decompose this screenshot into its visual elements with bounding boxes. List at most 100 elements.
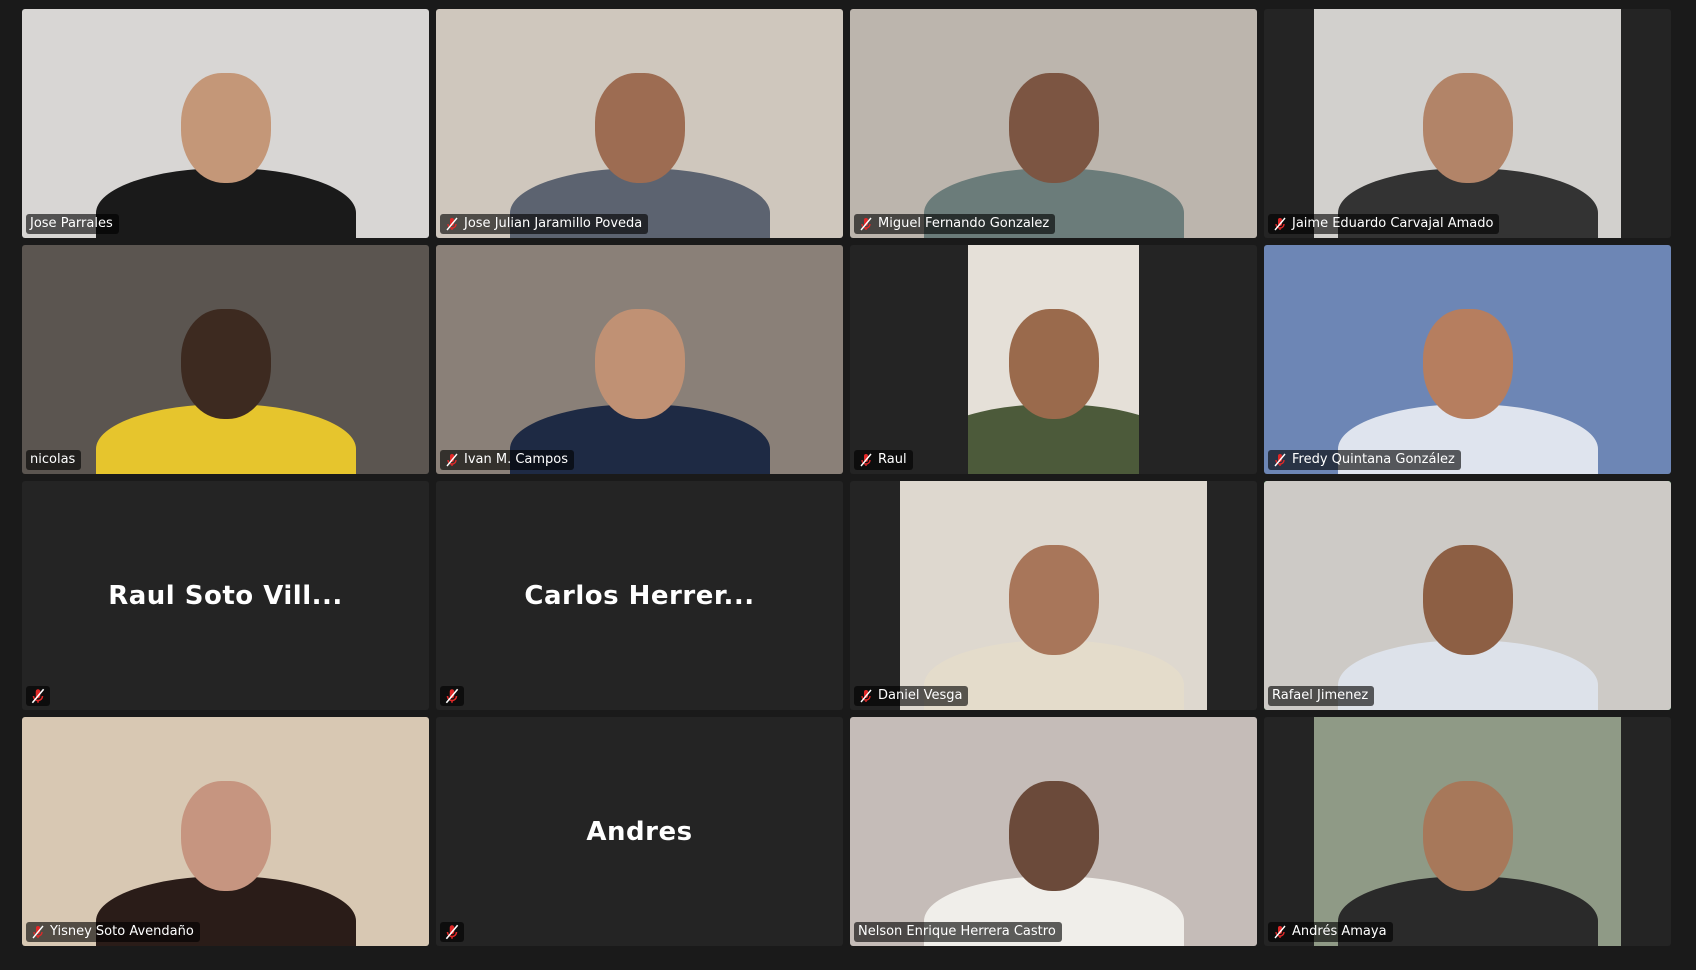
participant-face: [1008, 309, 1099, 419]
participant-tile[interactable]: Carlos Herrer...: [436, 481, 843, 710]
participant-figure: [1337, 510, 1598, 710]
participant-face: [594, 309, 685, 419]
participant-video: [1264, 245, 1671, 474]
muted-mic-icon: [446, 217, 458, 231]
participant-figure: [923, 38, 1184, 238]
participant-video: [850, 717, 1257, 946]
participant-face: [1008, 73, 1099, 183]
name-tag: Raul: [854, 450, 913, 470]
name-tag: Nelson Enrique Herrera Castro: [854, 922, 1062, 942]
participant-figure: [509, 274, 770, 474]
muted-mic-icon: [1274, 453, 1286, 467]
muted-mic-icon: [860, 217, 872, 231]
participant-video: [22, 717, 429, 946]
participant-name: Yisney Soto Avendaño: [50, 924, 194, 939]
participant-name: Rafael Jimenez: [1272, 688, 1369, 703]
name-tag: Rafael Jimenez: [1268, 686, 1375, 706]
muted-mic-icon: [445, 688, 459, 704]
name-tag: Fredy Quintana González: [1268, 450, 1461, 470]
participant-name: Ivan M. Campos: [464, 452, 569, 467]
participant-face: [1422, 781, 1513, 891]
participant-video: [1264, 481, 1671, 710]
participant-video: [1314, 717, 1621, 946]
participant-name: Carlos Herrer...: [524, 580, 755, 611]
participant-face: [1422, 545, 1513, 655]
participant-face: [1008, 545, 1099, 655]
participant-name: Jaime Eduardo Carvajal Amado: [1292, 216, 1494, 231]
participant-tile[interactable]: Andres: [436, 717, 843, 946]
name-tag: Jose Julian Jaramillo Poveda: [440, 214, 649, 234]
participant-name: Jose Julian Jaramillo Poveda: [464, 216, 643, 231]
participant-figure: [1337, 746, 1598, 946]
name-tag: Miguel Fernando Gonzalez: [854, 214, 1056, 234]
participant-face: [594, 73, 685, 183]
participant-tile[interactable]: Raul: [850, 245, 1257, 474]
participant-tile-active-speaker[interactable]: Rafael Jimenez: [1264, 481, 1671, 710]
participant-tile[interactable]: Jose Julian Jaramillo Poveda: [436, 9, 843, 238]
participant-figure: [95, 274, 356, 474]
participant-name: Fredy Quintana González: [1292, 452, 1455, 467]
participant-figure: [95, 746, 356, 946]
muted-mic-icon: [445, 924, 459, 940]
muted-indicator: [440, 686, 464, 706]
name-tag: Daniel Vesga: [854, 686, 969, 706]
participant-video: [900, 481, 1207, 710]
muted-mic-icon: [446, 453, 458, 467]
participant-face: [1422, 73, 1513, 183]
participant-face: [1008, 781, 1099, 891]
participant-name: Andrés Amaya: [1292, 924, 1387, 939]
participant-tile[interactable]: Nelson Enrique Herrera Castro: [850, 717, 1257, 946]
muted-indicator: [440, 922, 464, 942]
participant-figure: [1337, 38, 1598, 238]
participant-tile[interactable]: nicolas: [22, 245, 429, 474]
participant-figure: [968, 274, 1139, 474]
muted-mic-icon: [32, 925, 44, 939]
participant-tile[interactable]: Yisney Soto Avendaño: [22, 717, 429, 946]
participant-name: Raul Soto Vill...: [108, 580, 343, 611]
participant-name: nicolas: [30, 452, 76, 467]
participant-face: [180, 781, 271, 891]
participant-face: [1422, 309, 1513, 419]
participant-tile[interactable]: Daniel Vesga: [850, 481, 1257, 710]
participant-name: Nelson Enrique Herrera Castro: [858, 924, 1056, 939]
participant-figure: [95, 38, 356, 238]
name-tag: Jose Parrales: [26, 214, 119, 234]
participant-tile[interactable]: Jaime Eduardo Carvajal Amado: [1264, 9, 1671, 238]
participant-video: [22, 9, 429, 238]
muted-indicator: [26, 686, 50, 706]
participant-video: [968, 245, 1139, 474]
participant-name: Daniel Vesga: [878, 688, 963, 703]
muted-mic-icon: [1274, 217, 1286, 231]
muted-mic-icon: [860, 453, 872, 467]
participant-tile[interactable]: Miguel Fernando Gonzalez: [850, 9, 1257, 238]
participant-name: Miguel Fernando Gonzalez: [878, 216, 1050, 231]
muted-mic-icon: [860, 689, 872, 703]
participant-figure: [1337, 274, 1598, 474]
participant-figure: [923, 510, 1184, 710]
participant-video: [22, 245, 429, 474]
muted-mic-icon: [31, 688, 45, 704]
name-tag: Jaime Eduardo Carvajal Amado: [1268, 214, 1500, 234]
participant-tile[interactable]: Raul Soto Vill...: [22, 481, 429, 710]
participant-video: [436, 245, 843, 474]
participant-tile[interactable]: Ivan M. Campos: [436, 245, 843, 474]
participant-tile[interactable]: Jose Parrales: [22, 9, 429, 238]
participant-video: [436, 9, 843, 238]
participant-figure: [923, 746, 1184, 946]
participant-tile[interactable]: Andrés Amaya: [1264, 717, 1671, 946]
participant-face: [180, 73, 271, 183]
participant-figure: [509, 38, 770, 238]
name-tag: Andrés Amaya: [1268, 922, 1393, 942]
participant-video: [1314, 9, 1621, 238]
muted-mic-icon: [1274, 925, 1286, 939]
participant-name: Andres: [586, 816, 693, 847]
participant-name: Jose Parrales: [30, 216, 113, 231]
participant-tile[interactable]: Fredy Quintana González: [1264, 245, 1671, 474]
name-tag: Ivan M. Campos: [440, 450, 575, 470]
name-tag: nicolas: [26, 450, 82, 470]
name-tag: Yisney Soto Avendaño: [26, 922, 200, 942]
participant-video: [850, 9, 1257, 238]
participant-face: [180, 309, 271, 419]
gallery-view: Jose Parrales Jose Julian Jaramillo Pove…: [22, 9, 1673, 948]
participant-name: Raul: [878, 452, 907, 467]
